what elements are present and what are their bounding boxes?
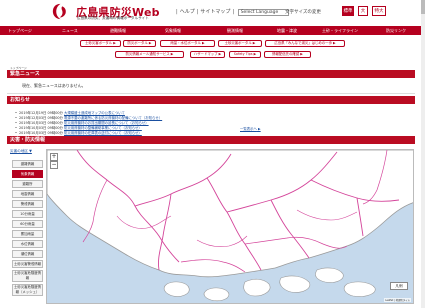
- menu-tide-level[interactable]: 潮位情報: [12, 250, 43, 258]
- menu-sediment-warning[interactable]: 土砂災害警戒情報: [12, 260, 43, 268]
- menu-water-level[interactable]: 水位情報: [12, 240, 43, 248]
- emergency-news-heading: 緊急ニュース: [7, 70, 415, 78]
- notice-link[interactable]: 防災用資機材の在庫表の送付について（お知らせ）: [64, 131, 142, 135]
- menu-rain-10min[interactable]: 10分雨量: [12, 210, 43, 218]
- list-item: • 2019年10月03日 09時00分 防災用資機材の在庫表の送付について（お知…: [15, 131, 142, 135]
- menu-sediment-risk-mesh[interactable]: 土砂災害危険度情報（メッシュ）: [12, 284, 43, 296]
- subnav-rain-portal[interactable]: 雨量・水位ポータル ▶: [160, 40, 215, 47]
- area-select-link[interactable]: 災害の地区 ▼: [10, 149, 32, 154]
- notices-heading: お知らせ: [7, 96, 415, 104]
- global-nav: トップページ ニュース 避難情報 気象情報 観測情報 地震・津波 土砂・ライフラ…: [0, 26, 425, 35]
- font-size-label: 文字サイズの変更: [285, 10, 321, 15]
- nav-sediment[interactable]: 土砂・ライフライン: [322, 28, 358, 34]
- divider: [7, 93, 415, 94]
- map-land: [47, 150, 413, 302]
- font-xlarge-button[interactable]: 特大: [372, 6, 386, 16]
- font-standard-button[interactable]: 標準: [342, 6, 354, 16]
- site-header: 広島県防災Web 広島県の防災、災害時の情報ポータルサイト | ヘルプ | サイトマッ…: [0, 0, 425, 26]
- nav-observation[interactable]: 観測情報: [227, 28, 243, 34]
- subnav-hazard-map[interactable]: ハザードマップ ▶: [190, 51, 225, 58]
- menu-rain-total[interactable]: 累加雨量: [12, 230, 43, 238]
- menu-weather[interactable]: 気象情報: [12, 170, 43, 178]
- header-links: | ヘルプ | サイトマップ | Select Language: [176, 8, 291, 16]
- subnav-mail-service[interactable]: 防災情報メール通知サービス ▶: [115, 51, 184, 58]
- emergency-news-text: 現在、緊急ニュースはありません。: [22, 83, 86, 88]
- page-scrollbar[interactable]: [421, 0, 425, 308]
- menu-evacuation[interactable]: 避難情報: [12, 160, 43, 168]
- nav-weather[interactable]: 気象情報: [165, 28, 181, 34]
- menu-shelter[interactable]: 避難所: [12, 180, 43, 188]
- subnav-delivery-check[interactable]: 情報配信先の確認 ▶: [264, 51, 311, 58]
- subnav-sediment-portal[interactable]: 土砂災害ポータル ▶: [80, 40, 121, 47]
- subnav-gensai[interactable]: 広島県「みんなで減災」はじめの一歩 ▶: [265, 40, 345, 47]
- menu-sediment-risk[interactable]: 土砂災害危険度情報: [12, 270, 43, 282]
- nav-evacuation[interactable]: 避難情報: [110, 28, 126, 34]
- subnav-sediment-portal-2[interactable]: 土砂災害ポータル ▶: [218, 40, 262, 47]
- menu-rain-60min[interactable]: 60分雨量: [12, 220, 43, 228]
- nav-earthquake[interactable]: 地震・津波: [277, 28, 297, 34]
- map-attribution: Leaflet | 地理院タイル: [384, 298, 411, 302]
- subnav-bosai-portal[interactable]: 防災ポータル ▶: [123, 40, 156, 47]
- menu-warning[interactable]: 警戒情報: [12, 200, 43, 208]
- zoom-out-button[interactable]: −: [50, 161, 58, 169]
- site-subtitle: 広島県の防災、災害時の情報ポータルサイト: [77, 16, 149, 20]
- legend-button[interactable]: 凡例: [390, 282, 408, 290]
- site-logo-icon[interactable]: [52, 3, 69, 20]
- nav-top[interactable]: トップページ: [8, 28, 32, 34]
- disaster-map[interactable]: + − 凡例 Leaflet | 地理院タイル: [46, 149, 414, 304]
- menu-earthquake[interactable]: 地震情報: [12, 190, 43, 198]
- subnav-safety-tips[interactable]: Safety Tips ▶: [229, 51, 261, 58]
- font-large-button[interactable]: 大: [358, 6, 368, 16]
- nav-links[interactable]: 防災リンク: [386, 28, 406, 34]
- more-notices-link[interactable]: 一覧表示へ ▶: [240, 126, 261, 131]
- language-select[interactable]: Select Language: [237, 9, 290, 16]
- scrollbar-thumb[interactable]: [421, 0, 425, 14]
- nav-news[interactable]: ニュース: [62, 28, 78, 34]
- zoom-in-button[interactable]: +: [50, 153, 58, 161]
- sitemap-link[interactable]: サイトマップ: [200, 9, 230, 15]
- zoom-control: + −: [50, 153, 58, 169]
- help-link[interactable]: ヘルプ: [180, 9, 195, 15]
- disaster-info-heading: 災害・防災情報: [7, 136, 415, 144]
